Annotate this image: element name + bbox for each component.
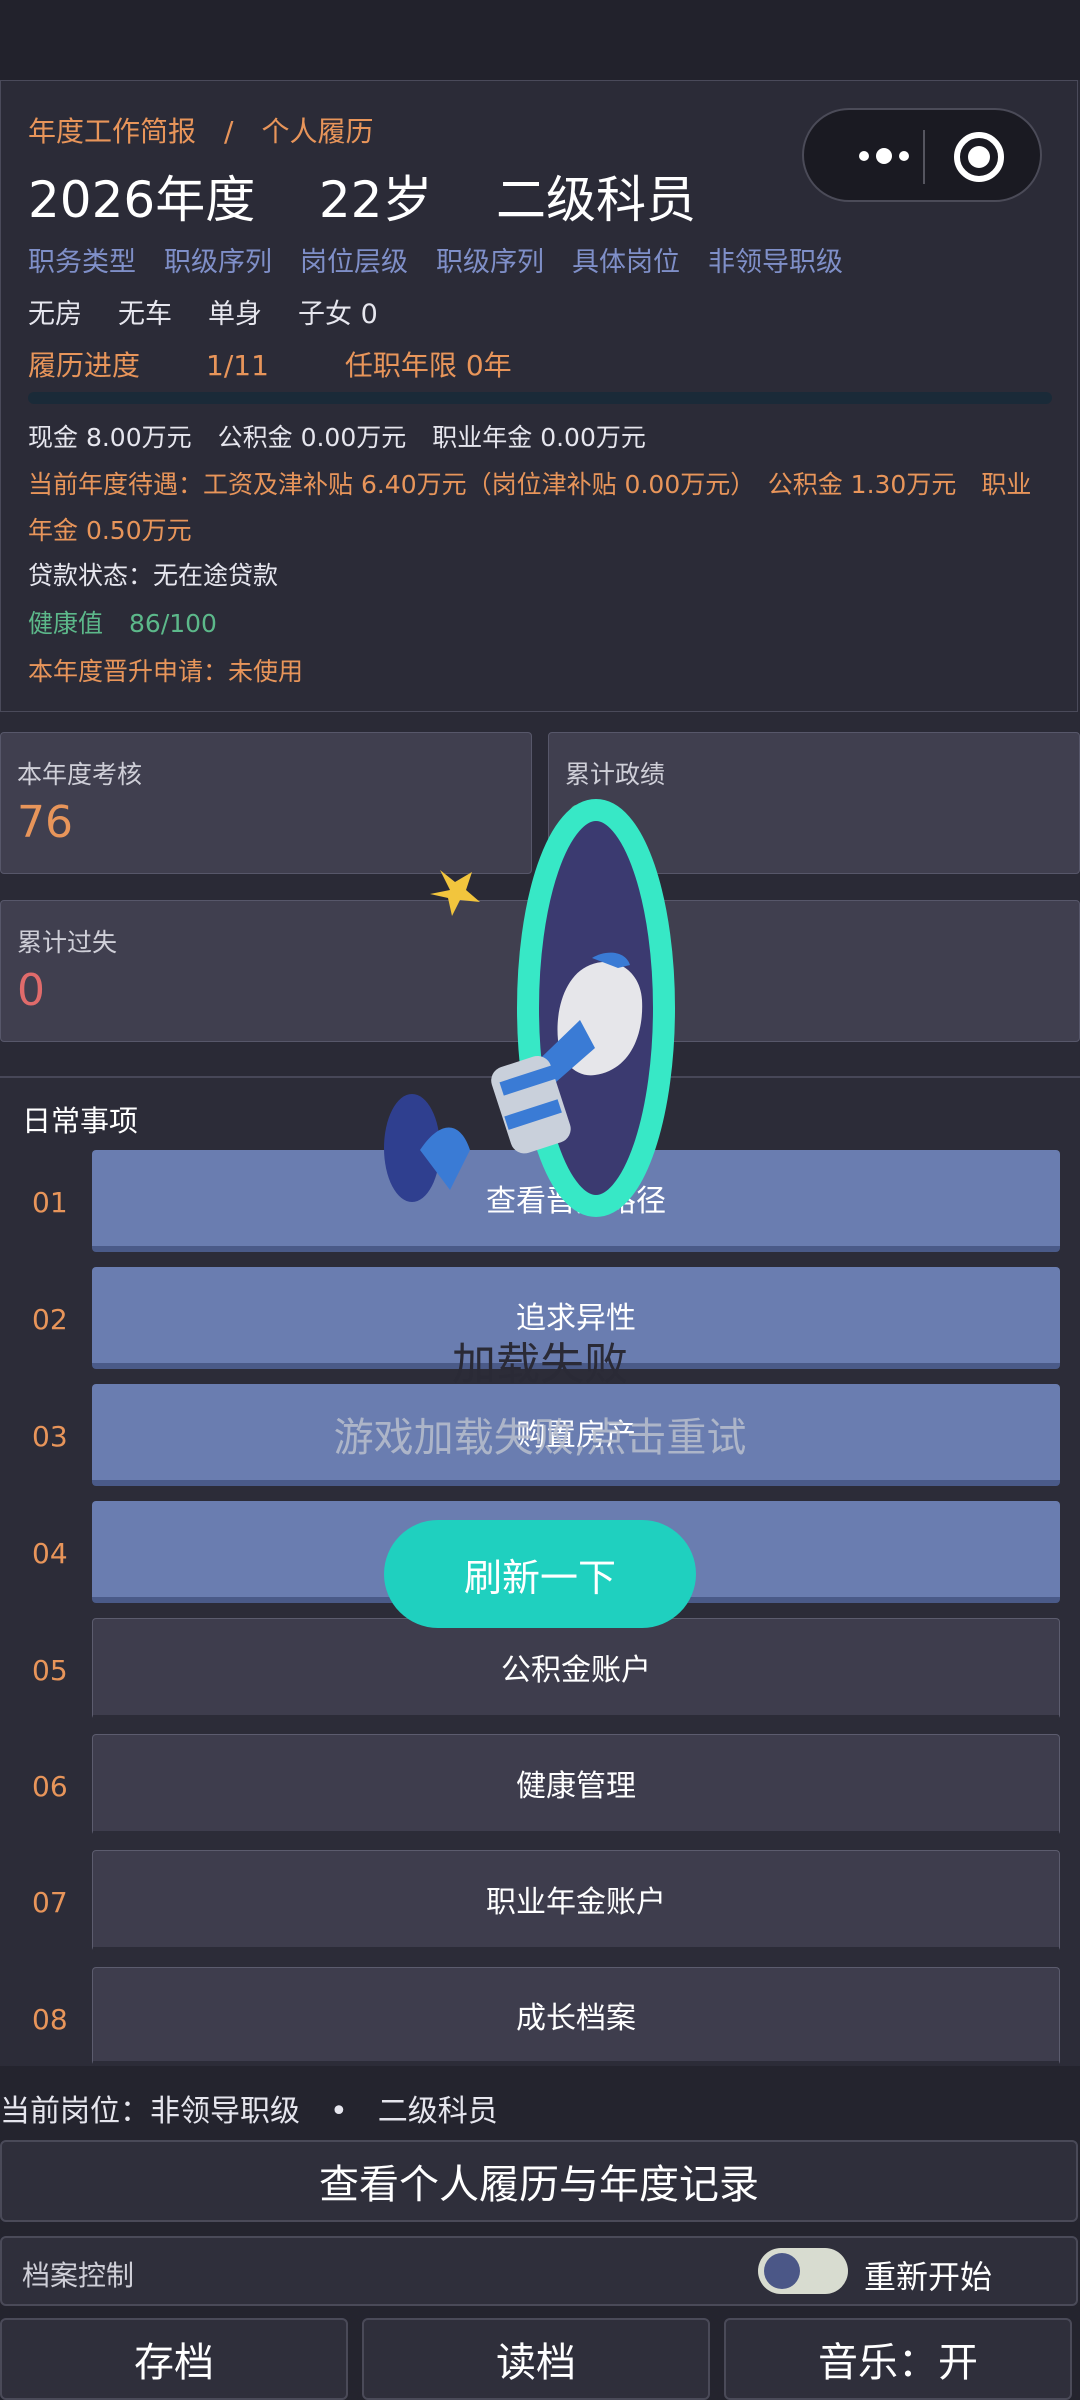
rank-label: 二级科员 (496, 171, 697, 229)
promotion-status: 本年度晋升申请：未使用 (28, 657, 304, 686)
profile-tags: 职务类型 职级序列 岗位层级 职级序列 具体岗位 非领导职级 (28, 240, 871, 279)
item-number: 01 (32, 1186, 68, 1219)
cash-value: 现金 8.00万元 (28, 423, 192, 452)
progress-bar (28, 392, 1052, 404)
archive-control-label: 档案控制 (22, 2259, 135, 2292)
view-records-button[interactable]: 查看个人履历与年度记录 (0, 2140, 1078, 2222)
tenure-label: 任职年限 0年 (344, 349, 512, 382)
asset-marital: 单身 (208, 299, 262, 330)
music-toggle-button[interactable]: 音乐：开 (724, 2318, 1072, 2400)
age-label: 22岁 (318, 171, 433, 229)
tag-job-type: 职务类型 (28, 247, 136, 278)
archive-control-bar: 档案控制 重新开始 (0, 2236, 1078, 2306)
stat-annual-review-value: 76 (17, 797, 73, 848)
asset-house: 无房 (28, 299, 82, 330)
breadcrumb-resume[interactable]: 个人履历 (261, 115, 373, 148)
health-label: 健康值 (28, 609, 104, 638)
stat-merit-label: 累计政绩 (565, 760, 666, 789)
stat-annual-review-label: 本年度考核 (17, 760, 143, 789)
sparkle-icon (430, 870, 480, 916)
progress-summary: 履历进度 1/11 任职年限 0年 (28, 344, 550, 384)
item-number: 08 (32, 2003, 68, 2036)
loan-status: 贷款状态：无在途贷款 (28, 561, 279, 590)
breadcrumb-annual-report[interactable]: 年度工作简报 (28, 115, 196, 148)
annuity-value: 职业年金 0.00万元 (432, 423, 646, 452)
save-button[interactable]: 存档 (0, 2318, 348, 2400)
archive-toggle[interactable] (758, 2248, 848, 2294)
stat-fault-label: 累计过失 (17, 928, 118, 957)
tag-rank-series-2: 职级序列 (436, 247, 544, 278)
action-annuity-account[interactable]: 职业年金账户 (92, 1850, 1060, 1952)
load-failed-title: 加载失败 (452, 1339, 628, 1390)
health-value: 86/100 (129, 609, 217, 638)
target-icon[interactable] (954, 132, 1004, 182)
toggle-knob (764, 2253, 800, 2289)
capsule-divider (923, 130, 925, 184)
tag-post-level: 岗位层级 (300, 247, 408, 278)
load-failed-message[interactable]: 游戏加载失败,点击重试 (0, 1405, 1080, 1463)
item-number: 05 (32, 1654, 68, 1687)
current-position: 当前岗位：非领导职级 • 二级科员 (0, 2094, 498, 2129)
item-number: 06 (32, 1770, 68, 1803)
capsule-menu (802, 108, 1042, 202)
item-number: 07 (32, 1886, 68, 1919)
load-button[interactable]: 读档 (362, 2318, 710, 2400)
restart-button[interactable]: 重新开始 (864, 2252, 992, 2298)
refresh-button[interactable]: 刷新一下 (384, 1520, 696, 1628)
action-housing-fund-account[interactable]: 公积金账户 (92, 1618, 1060, 1720)
housing-fund-value: 公积金 0.00万元 (217, 423, 407, 452)
tag-specific-post: 具体岗位 (572, 247, 680, 278)
top-status-bar (0, 0, 1080, 80)
action-health-management[interactable]: 健康管理 (92, 1734, 1060, 1836)
tag-non-leader-rank: 非领导职级 (708, 247, 843, 278)
asset-children: 子女 0 (298, 299, 378, 330)
breadcrumb: 年度工作简报 / 个人履历 (28, 110, 373, 150)
year-label: 2026年度 (28, 171, 256, 229)
finance-summary: 现金 8.00万元 公积金 0.00万元 职业年金 0.00万元 (28, 418, 672, 454)
action-growth-archive[interactable]: 成长档案 (92, 1967, 1060, 2066)
progress-label: 履历进度 (28, 349, 141, 382)
progress-value: 1/11 (206, 349, 269, 382)
more-dots-icon[interactable] (844, 136, 924, 176)
health-status: 健康值 86/100 (28, 604, 243, 640)
assets-summary: 无房 无车 单身 子女 0 (28, 292, 414, 331)
asset-car: 无车 (118, 299, 172, 330)
breadcrumb-separator: / (224, 115, 234, 148)
page-title: 2026年度 22岁 二级科员 (28, 160, 696, 232)
load-failure-illustration (384, 799, 675, 1217)
daily-title: 日常事项 (22, 1104, 139, 1138)
stat-fault-value: 0 (17, 965, 45, 1016)
item-number: 04 (32, 1537, 68, 1570)
annual-benefit: 当前年度待遇：工资及津补贴 6.40万元（岗位津补贴 0.00万元） 公积金 1… (28, 470, 1032, 545)
tag-rank-series: 职级序列 (164, 247, 272, 278)
